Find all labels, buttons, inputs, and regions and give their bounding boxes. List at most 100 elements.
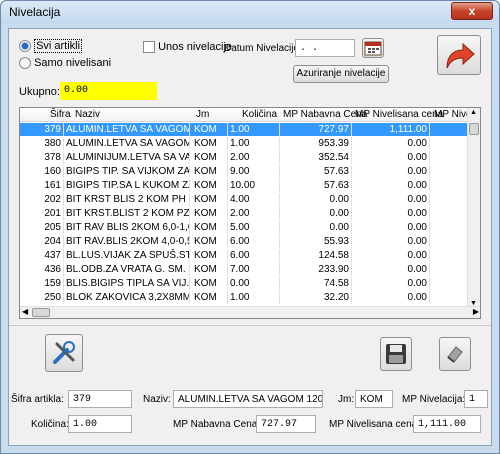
sifra-artikla-field[interactable]: 379 xyxy=(68,390,132,408)
cell-kolicina[interactable]: 2.00 xyxy=(228,207,280,220)
col-naziv[interactable]: Naziv xyxy=(75,109,100,120)
cell-naziv[interactable]: BL.ODB.ZA VRATA G. SM. xyxy=(64,263,190,276)
cell-mp-nivelac[interactable] xyxy=(430,193,468,206)
title-bar[interactable]: Nivelacija x xyxy=(1,1,499,23)
cell-mp-nivelac[interactable] xyxy=(430,123,468,136)
cell-sifra[interactable]: 205 xyxy=(20,221,64,234)
samo-nivelisani-radio[interactable]: Samo nivelisani xyxy=(19,57,111,70)
cell-sifra[interactable]: 201 xyxy=(20,207,64,220)
exit-button[interactable] xyxy=(437,35,481,75)
unos-nivelacije-checkbox[interactable]: Unos nivelacije xyxy=(143,41,232,54)
cell-kolicina[interactable]: 0.00 xyxy=(228,277,280,290)
mp-nivelacija-field[interactable]: 1 xyxy=(464,390,488,408)
col-mp-nivelisana[interactable]: MP Nivelisana cena xyxy=(355,109,443,120)
cell-sifra[interactable]: 378 xyxy=(20,151,64,164)
table-row[interactable]: 161BIGIPS TIP.SA L KUKOM ZA GKKOM10.0057… xyxy=(20,179,468,192)
cell-sifra[interactable]: 250 xyxy=(20,291,64,304)
cell-jm[interactable]: KOM xyxy=(192,151,228,164)
cell-mp-nabavna[interactable]: 352.54 xyxy=(282,151,352,164)
cell-jm[interactable]: KOM xyxy=(192,263,228,276)
horizontal-scroll-thumb[interactable] xyxy=(32,308,50,317)
table-row[interactable]: 437BL.LUS.VIJAK ZA SPUŠ.STROPKOM6.00124.… xyxy=(20,249,468,262)
cell-mp-nivelisana[interactable]: 0.00 xyxy=(352,207,430,220)
cell-mp-nivelac[interactable] xyxy=(430,249,468,262)
cell-mp-nivelisana[interactable]: 0.00 xyxy=(352,193,430,206)
cell-naziv[interactable]: BIT KRST BLIS 2 KOM PH NR.2 xyxy=(64,193,190,206)
cell-mp-nivelisana[interactable]: 0.00 xyxy=(352,263,430,276)
cell-mp-nivelac[interactable] xyxy=(430,207,468,220)
cell-mp-nivelac[interactable] xyxy=(430,263,468,276)
cell-mp-nivelisana[interactable]: 0.00 xyxy=(352,137,430,150)
kolicina-field[interactable]: 1.00 xyxy=(68,415,132,433)
cell-mp-nivelisana[interactable]: 0.00 xyxy=(352,221,430,234)
cell-mp-nivelisana[interactable]: 0.00 xyxy=(352,291,430,304)
cell-sifra[interactable]: 380 xyxy=(20,137,64,150)
cell-mp-nivelac[interactable] xyxy=(430,151,468,164)
cell-mp-nivelac[interactable] xyxy=(430,277,468,290)
table-row[interactable]: 202BIT KRST BLIS 2 KOM PH NR.2KOM4.000.0… xyxy=(20,193,468,206)
table-row[interactable]: 379ALUMIN.LETVA SA VAGOM 120 CMKOM1.0072… xyxy=(20,123,468,136)
cell-mp-nabavna[interactable]: 233.90 xyxy=(282,263,352,276)
cell-sifra[interactable]: 204 xyxy=(20,235,64,248)
cell-jm[interactable]: KOM xyxy=(192,291,228,304)
table-row[interactable]: 159BLIS.BIGIPS TIPLA SA VIJ.ZA GKOM0.007… xyxy=(20,277,468,290)
cell-sifra[interactable]: 159 xyxy=(20,277,64,290)
cell-jm[interactable]: KOM xyxy=(192,277,228,290)
table-row[interactable]: 204BIT RAV.BLIS 2KOM 4,0-0,5 25KOM6.0055… xyxy=(20,235,468,248)
eraser-button[interactable] xyxy=(439,337,471,371)
cell-mp-nivelisana[interactable]: 0.00 xyxy=(352,165,430,178)
cell-sifra[interactable]: 379 xyxy=(20,123,64,136)
cell-kolicina[interactable]: 9.00 xyxy=(228,165,280,178)
table-row[interactable]: 378ALUMINIJUM.LETVA SA VAGOMKOM2.00352.5… xyxy=(20,151,468,164)
cell-jm[interactable]: KOM xyxy=(192,123,228,136)
cell-naziv[interactable]: ALUMINIJUM.LETVA SA VAGOM xyxy=(64,151,190,164)
cell-kolicina[interactable]: 7.00 xyxy=(228,263,280,276)
cell-mp-nivelac[interactable] xyxy=(430,235,468,248)
svi-artikli-radio[interactable]: Svi artikli xyxy=(19,39,83,53)
cell-jm[interactable]: KOM xyxy=(192,249,228,262)
cell-naziv[interactable]: BL.LUS.VIJAK ZA SPUŠ.STROP xyxy=(64,249,190,262)
cell-naziv[interactable]: ALUMIN.LETVA SA VAGOM 120 CM xyxy=(64,123,190,136)
cell-sifra[interactable]: 202 xyxy=(20,193,64,206)
cell-naziv[interactable]: ALUMIN.LETVA SA VAGOM 150 CM xyxy=(64,137,190,150)
horizontal-scrollbar[interactable]: ◀ ▶ xyxy=(20,306,480,318)
cell-kolicina[interactable]: 1.00 xyxy=(228,291,280,304)
col-sifra[interactable]: Šifra xyxy=(50,109,71,120)
cell-jm[interactable]: KOM xyxy=(192,137,228,150)
mp-nivelisana-field[interactable]: 1,111.00 xyxy=(413,415,481,433)
cell-naziv[interactable]: BIT RAV.BLIS 2KOM 4,0-0,5 25 xyxy=(64,235,190,248)
cell-mp-nivelisana[interactable]: 0.00 xyxy=(352,277,430,290)
cell-mp-nabavna[interactable]: 124.58 xyxy=(282,249,352,262)
cell-mp-nivelac[interactable] xyxy=(430,179,468,192)
table-row[interactable]: 436 BL.ODB.ZA VRATA G. SM. KOM 7.00 233.90 0.… xyxy=(20,263,468,276)
azuriranje-nivelacije-button[interactable]: Azuriranje nivelacije xyxy=(293,65,389,83)
cell-mp-nivelisana[interactable]: 0.00 xyxy=(352,249,430,262)
cell-mp-nivelisana[interactable]: 0.00 xyxy=(352,235,430,248)
cell-kolicina[interactable]: 2.00 xyxy=(228,151,280,164)
cell-kolicina[interactable]: 5.00 xyxy=(228,221,280,234)
cell-naziv[interactable]: BLOK ZAKOVICA 3,2X8MM 50KOM xyxy=(64,291,190,304)
cell-kolicina[interactable]: 6.00 xyxy=(228,249,280,262)
naziv-field[interactable]: ALUMIN.LETVA SA VAGOM 120 CM xyxy=(173,390,323,408)
close-button[interactable]: x xyxy=(451,2,493,20)
cell-mp-nivelisana[interactable]: 1,111.00 xyxy=(352,123,430,136)
cell-mp-nivelisana[interactable]: 0.00 xyxy=(352,179,430,192)
cell-mp-nabavna[interactable]: 32.20 xyxy=(282,291,352,304)
vertical-scroll-thumb[interactable] xyxy=(469,123,479,135)
cell-naziv[interactable]: BIT RAV BLIS 2KOM 6,0-1,0MM xyxy=(64,221,190,234)
cell-kolicina[interactable]: 4.00 xyxy=(228,193,280,206)
cell-sifra[interactable]: 160 xyxy=(20,165,64,178)
mp-nabavna-field[interactable]: 727.97 xyxy=(256,415,316,433)
scroll-up-icon[interactable]: ▲ xyxy=(470,109,477,116)
cell-sifra[interactable]: 436 xyxy=(20,263,64,276)
cell-sifra[interactable]: 437 xyxy=(20,249,64,262)
table-row[interactable]: 205BIT RAV BLIS 2KOM 6,0-1,0MMKOM5.000.0… xyxy=(20,221,468,234)
cell-jm[interactable]: KOM xyxy=(192,179,228,192)
table-row[interactable]: 380ALUMIN.LETVA SA VAGOM 150 CMKOM1.0095… xyxy=(20,137,468,150)
cell-mp-nivelac[interactable] xyxy=(430,221,468,234)
cell-mp-nabavna[interactable]: 55.93 xyxy=(282,235,352,248)
cell-jm[interactable]: KOM xyxy=(192,165,228,178)
cell-mp-nabavna[interactable]: 0.00 xyxy=(282,207,352,220)
col-jm[interactable]: Jm xyxy=(196,109,209,120)
scroll-right-icon[interactable]: ▶ xyxy=(473,307,479,316)
